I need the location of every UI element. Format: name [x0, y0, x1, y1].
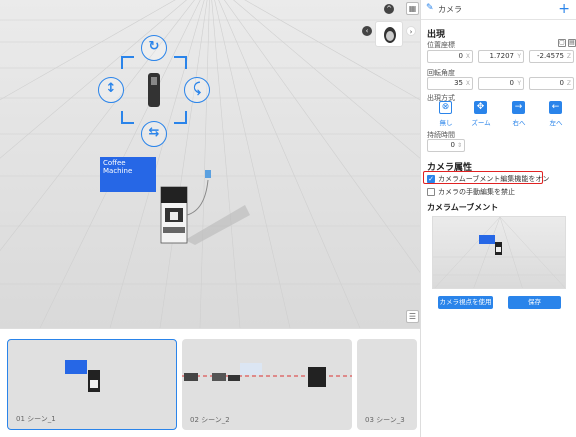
- coffee-machine-label-text: Coffee Machine: [103, 159, 133, 175]
- rotation-y-input[interactable]: 0Y: [478, 77, 524, 90]
- orbit-icon[interactable]: ⤹: [184, 77, 210, 103]
- arrow-right-icon[interactable]: →: [512, 101, 525, 114]
- scene-label: 03 シーン_3: [365, 416, 405, 424]
- appearance-section-title: 出現: [427, 30, 446, 40]
- position-label: 位置座標: [427, 41, 455, 49]
- scene-card-3[interactable]: 03 シーン_3: [357, 339, 417, 430]
- transition-none-label[interactable]: 無し: [431, 117, 461, 127]
- view-options-icon[interactable]: ▦: [406, 2, 419, 15]
- layer-list-icon[interactable]: ☰: [406, 310, 419, 323]
- movement-section-title: カメラムーブメント: [427, 203, 499, 212]
- preview-thumbnail: [433, 217, 565, 288]
- 3d-viewport[interactable]: Coffee Machine ↻ ↕ ⤹ ⇆ ▦ ☰ ^ ‹ ›: [0, 0, 420, 328]
- scene-card-1[interactable]: 01 シーン_1: [7, 339, 177, 430]
- x-axis-label: X: [465, 80, 470, 87]
- position-z-value: -2.4575: [536, 52, 564, 60]
- transition-right-label[interactable]: 右へ: [504, 117, 534, 127]
- y-axis-label: Y: [517, 53, 521, 60]
- use-viewpoint-button[interactable]: カメラ視点を使用: [438, 296, 493, 309]
- panel-header: ✎ カメラ +: [421, 0, 576, 20]
- coffee-machine-label[interactable]: Coffee Machine: [100, 157, 156, 192]
- edit-icon[interactable]: ✎: [426, 3, 434, 13]
- position-z-input[interactable]: -2.4575 Z: [529, 50, 574, 63]
- rotation-x-value: 35: [454, 79, 463, 87]
- manual-lock-checkbox-label: カメラの手動編集を禁止: [438, 188, 515, 196]
- camera-properties-panel: ✎ カメラ + 出現 位置座標 ▢ ▤ 0X 1.7207 Y -2.4575 Z …: [420, 0, 576, 437]
- position-x-input[interactable]: 0X: [427, 50, 473, 63]
- navigate-up-icon[interactable]: ^: [384, 4, 394, 14]
- scene-strip: 01 シーン_1 02 シーン_2 03 シーン_3: [0, 328, 420, 437]
- z-axis-label: Z: [566, 53, 571, 60]
- position-y-input[interactable]: 1.7207 Y: [478, 50, 524, 63]
- pan-icon[interactable]: ⇆: [141, 121, 167, 147]
- x-axis-label: X: [465, 53, 470, 60]
- rotation-x-input[interactable]: 35 X: [427, 77, 473, 90]
- duration-input[interactable]: 0 ⇕: [427, 139, 465, 152]
- navigate-left-icon[interactable]: ‹: [362, 26, 372, 36]
- panel-title: カメラ: [438, 5, 462, 14]
- rotation-y-value: 0: [509, 79, 514, 87]
- manual-lock-checkbox-row[interactable]: カメラの手動編集を禁止: [427, 187, 515, 197]
- rotation-z-value: 0: [559, 79, 564, 87]
- add-camera-button[interactable]: +: [558, 0, 570, 18]
- transition-zoom-label[interactable]: ズーム: [466, 117, 496, 127]
- camera-control-gizmo: ↻ ↕ ⤹ ⇆: [98, 35, 213, 147]
- coffee-machine-model: [160, 170, 250, 245]
- manual-lock-checkbox[interactable]: [427, 188, 435, 196]
- duration-value: 0: [450, 141, 455, 149]
- z-axis-label: Z: [566, 80, 571, 87]
- stepper-icon[interactable]: ⇕: [457, 140, 462, 151]
- camera-movement-preview: [432, 216, 566, 289]
- scene-label: 01 シーン_1: [16, 415, 56, 423]
- zoom-icon[interactable]: ✥: [474, 101, 487, 114]
- vertical-move-icon[interactable]: ↕: [98, 77, 124, 103]
- scene-card-2[interactable]: 02 シーン_2: [182, 339, 352, 430]
- y-axis-label: Y: [517, 80, 521, 87]
- transition-left-label[interactable]: 左へ: [541, 117, 571, 127]
- paste-icon[interactable]: ▤: [568, 39, 576, 47]
- rotate-icon[interactable]: ↻: [141, 35, 167, 61]
- save-button[interactable]: 保存: [508, 296, 561, 309]
- orientation-head-icon[interactable]: [375, 21, 403, 47]
- none-icon[interactable]: ⊗: [439, 101, 452, 114]
- scene-label: 02 シーン_2: [190, 416, 230, 424]
- position-x-value: 0: [458, 52, 463, 60]
- copy-icon[interactable]: ▢: [558, 39, 566, 47]
- arrow-left-icon[interactable]: ←: [549, 101, 562, 114]
- navigate-right-icon[interactable]: ›: [406, 26, 416, 36]
- highlight-box: [423, 171, 543, 184]
- rotation-z-input[interactable]: 0Z: [529, 77, 574, 90]
- position-y-value: 1.7207: [489, 52, 515, 60]
- camera-frame-brackets: [121, 56, 187, 124]
